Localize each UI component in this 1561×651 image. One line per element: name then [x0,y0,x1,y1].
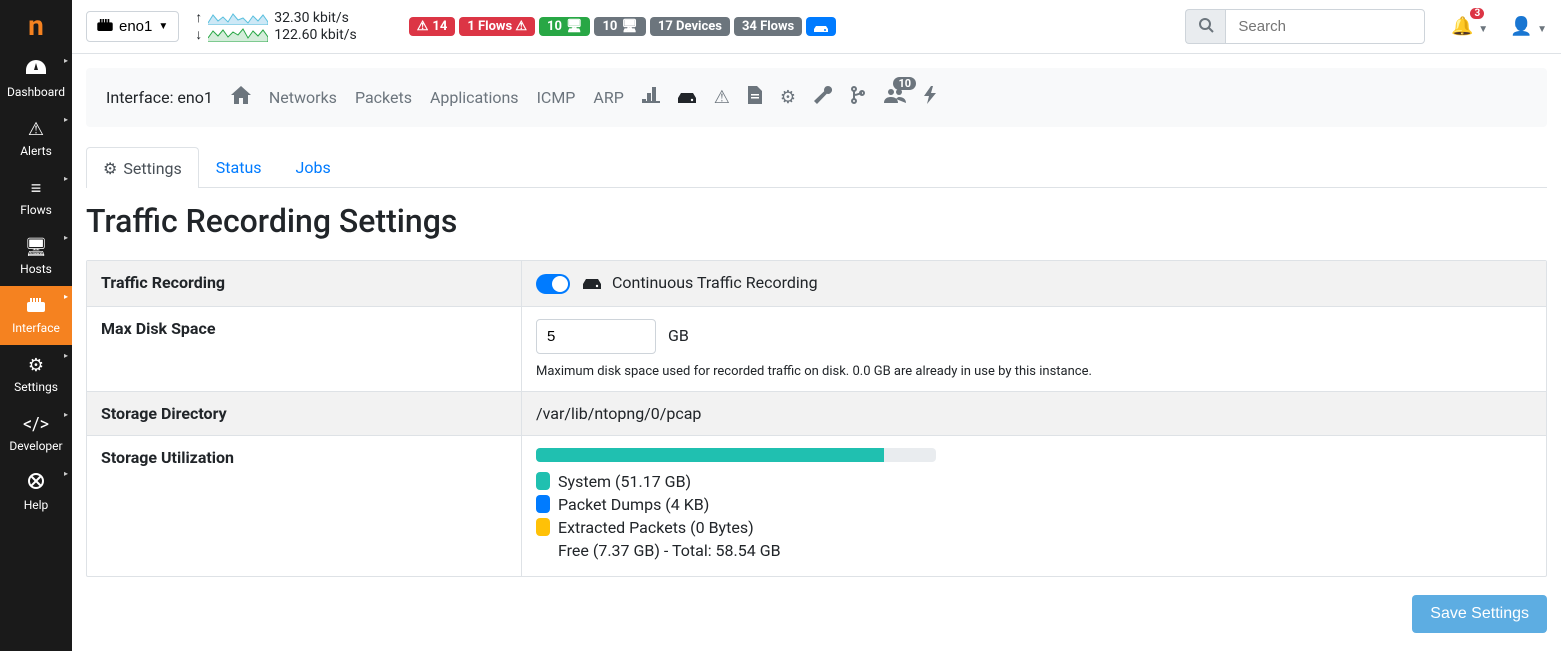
arrow-down-icon: ↓ [195,27,202,44]
nav-arp[interactable]: ARP [593,88,623,107]
interface-icon [27,296,45,317]
user-menu[interactable]: 👤 ▼ [1510,16,1547,37]
label-traffic-recording: Traffic Recording [87,261,522,306]
sidebar-item-label: Alerts [20,144,52,158]
sidebar-item-label: Help [24,498,49,512]
sidebar-item-settings[interactable]: ▸ ⚙ Settings [0,345,72,404]
label-storage-util: Storage Utilization [87,436,522,576]
status-badges: ⚠ 14 1 Flows ⚠ 10 🖥 10 🖥 17 Devices 34 F… [409,17,837,36]
file-icon[interactable] [748,86,762,109]
gear-icon[interactable]: ⚙ [780,87,796,108]
flows-badge[interactable]: 34 Flows [734,17,802,36]
user-icon: 👤 [1510,16,1532,37]
chart-icon[interactable] [642,87,660,108]
tab-jobs[interactable]: Jobs [279,147,348,187]
search-input[interactable] [1225,9,1425,44]
alert-icon: ⚠ [28,119,44,140]
nav-applications[interactable]: Applications [430,88,519,107]
sidebar-item-flows[interactable]: ▸ ≡ Flows [0,168,72,227]
logo[interactable]: n [0,0,72,50]
devices-badge[interactable]: 17 Devices [650,17,730,36]
download-rate: 122.60 kbit/s [274,27,356,44]
home-icon[interactable] [231,86,251,109]
users-icon[interactable]: 10 [884,87,906,108]
max-disk-unit: GB [668,326,689,345]
sidebar-item-interface[interactable]: ▸ Interface [0,286,72,345]
flows-alert-badge[interactable]: 1 Flows ⚠ [459,17,535,36]
legend-dumps: Packet Dumps (4 KB) [536,495,1532,514]
gear-icon: ⚙ [28,355,44,376]
sidebar-item-alerts[interactable]: ▸ ⚠ Alerts [0,109,72,168]
code-icon: </> [23,414,49,435]
sidebar-item-label: Dashboard [7,85,65,99]
sidebar-item-label: Flows [20,203,52,217]
max-disk-input[interactable] [536,319,656,354]
upload-sparkline [208,11,268,25]
notification-count: 3 [1470,8,1484,19]
search-icon [1198,17,1214,37]
flows-icon: ≡ [31,178,42,199]
settings-form: Traffic Recording Continuous Traffic Rec… [86,260,1547,577]
sidebar: n ▸ Dashboard ▸ ⚠ Alerts ▸ ≡ Flows ▸ 🖥 H… [0,0,72,651]
hosts-grey-badge[interactable]: 10 🖥 [594,17,645,36]
storage-progress [536,448,936,462]
nav-icmp[interactable]: ICMP [537,88,576,107]
topbar: eno1 ▼ ↑ 32.30 kbit/s ↓ 122.60 kbit/s ⚠ … [72,0,1561,54]
sidebar-item-help[interactable]: ▸ Help [0,463,72,522]
sidebar-item-label: Settings [14,380,58,394]
notifications-button[interactable]: 🔔 3 ▼ [1451,16,1488,37]
gear-icon: ⚙ [103,159,117,178]
storage-dir-value: /var/lib/ntopng/0/pcap [522,392,1546,435]
alert-badge[interactable]: ⚠ 14 [409,17,456,36]
dashboard-icon [26,60,46,81]
bolt-icon[interactable] [924,86,936,109]
interface-nav: Interface: eno1 Networks Packets Applica… [86,68,1547,127]
legend-free-total: Free (7.37 GB) - Total: 58.54 GB [536,541,1532,560]
disk-icon[interactable] [678,87,696,108]
disk-icon [582,274,606,293]
interface-label: Interface: eno1 [106,88,213,107]
legend-extracted: Extracted Packets (0 Bytes) [536,518,1532,537]
git-icon[interactable] [850,86,866,109]
hosts-green-badge[interactable]: 10 🖥 [539,17,590,36]
search-button[interactable] [1185,9,1225,44]
interface-name: eno1 [119,18,152,35]
nav-packets[interactable]: Packets [355,88,412,107]
warning-icon[interactable]: ⚠ [714,87,730,108]
wrench-icon[interactable] [814,86,832,109]
sidebar-item-hosts[interactable]: ▸ 🖥 Hosts [0,227,72,286]
sidebar-item-label: Interface [12,321,60,335]
download-sparkline [208,28,268,42]
upload-rate: 32.30 kbit/s [274,10,349,27]
legend-system: System (51.17 GB) [536,472,1532,491]
nav-networks[interactable]: Networks [269,88,337,107]
tab-settings[interactable]: ⚙ Settings [86,147,199,188]
page-title: Traffic Recording Settings [86,202,1547,240]
hosts-icon: 🖥 [25,237,48,258]
traffic-recording-toggle[interactable] [536,274,570,294]
sidebar-item-label: Hosts [20,262,52,276]
bell-icon: 🔔 [1451,16,1473,37]
ethernet-icon [97,18,113,35]
interface-selector[interactable]: eno1 ▼ [86,11,179,42]
sidebar-item-dashboard[interactable]: ▸ Dashboard [0,50,72,109]
sidebar-item-label: Developer [9,439,62,453]
users-count: 10 [893,77,916,90]
label-max-disk: Max Disk Space [87,307,522,391]
tab-status[interactable]: Status [199,147,279,187]
disk-badge[interactable] [806,17,836,36]
caret-down-icon: ▼ [158,21,168,32]
label-storage-dir: Storage Directory [87,392,522,435]
arrow-up-icon: ↑ [195,10,202,27]
tabs: ⚙ Settings Status Jobs [86,147,1547,188]
help-icon [28,473,44,494]
sidebar-item-developer[interactable]: ▸ </> Developer [0,404,72,463]
max-disk-help: Maximum disk space used for recorded tra… [536,364,1532,379]
traffic-recording-desc: Continuous Traffic Recording [612,273,818,292]
traffic-rates: ↑ 32.30 kbit/s ↓ 122.60 kbit/s [195,10,356,44]
